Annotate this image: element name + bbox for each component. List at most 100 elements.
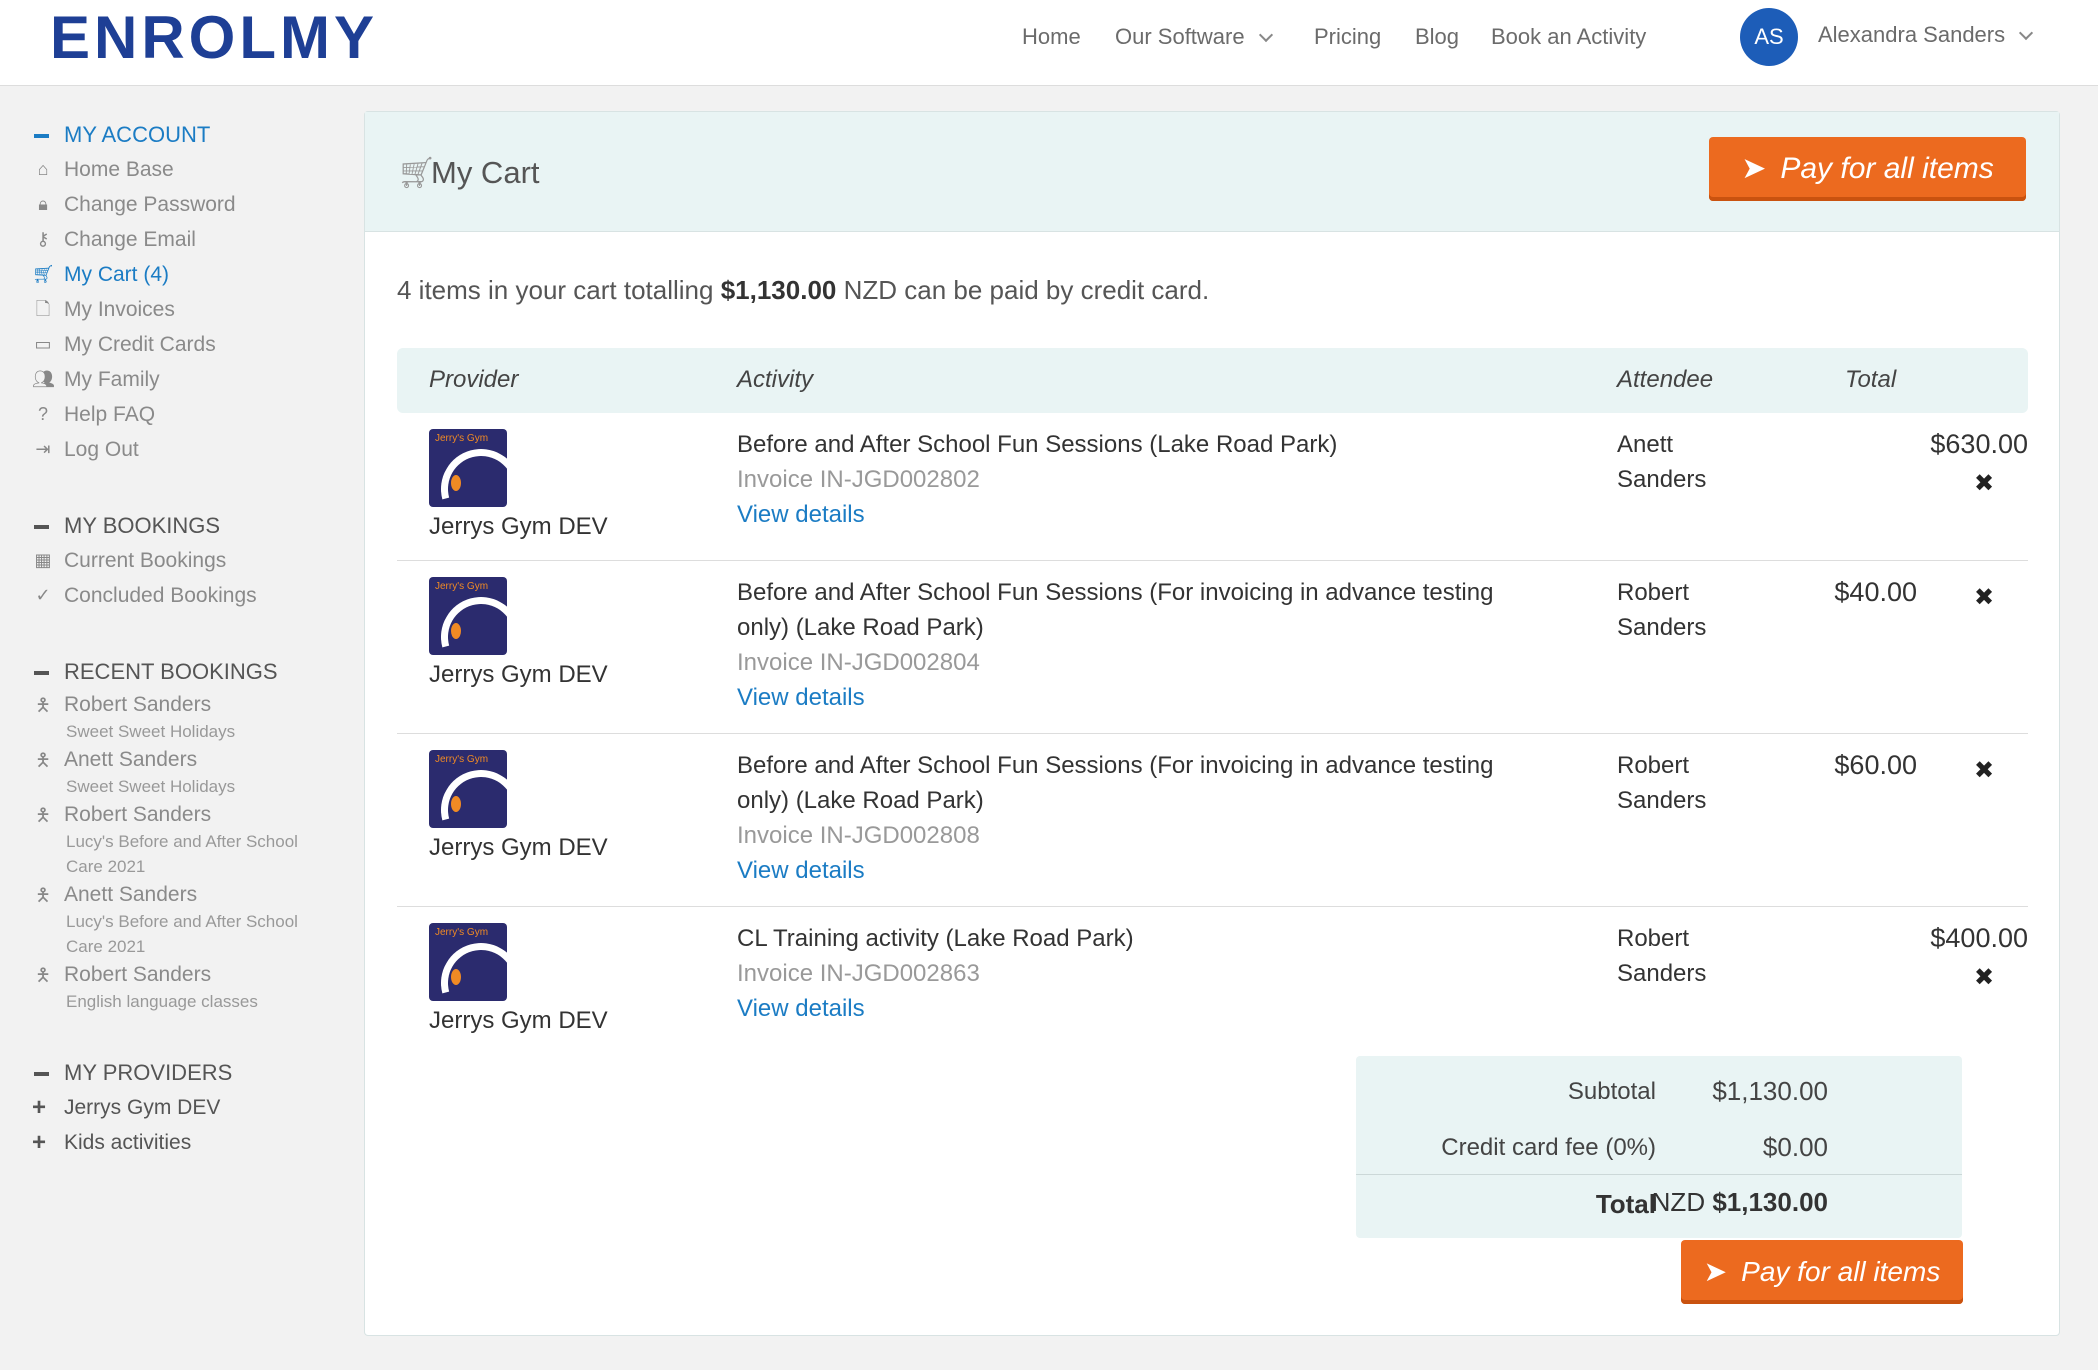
recent-booking[interactable]: 🯅 Anett Sanders Sweet Sweet Holidays <box>30 744 350 799</box>
table-row: Jerry's Gym Jerrys Gym DEV CL Training a… <box>397 907 2028 1047</box>
sidebar-item-current-bookings[interactable]: ▦ Current Bookings <box>30 543 350 578</box>
sidebar-item-label: My Invoices <box>64 298 175 321</box>
sidebar-item-help-faq[interactable]: ? Help FAQ <box>30 397 350 432</box>
column-header-activity: Activity <box>737 366 814 393</box>
recent-booking-activity: Lucy's Before and After School Care 2021 <box>66 912 298 956</box>
check-circle-icon: ✓ <box>35 585 51 605</box>
cart-icon: 🛒︎ <box>32 264 55 284</box>
view-details-link[interactable]: View details <box>737 680 1527 715</box>
sidebar-heading-label: MY ACCOUNT <box>64 122 211 147</box>
sidebar-item-my-credit-cards[interactable]: ▭ My Credit Cards <box>30 327 350 362</box>
sidebar-item-concluded-bookings[interactable]: ✓ Concluded Bookings <box>30 578 350 613</box>
view-details-link[interactable]: View details <box>737 853 1527 888</box>
sidebar-heading-my-bookings[interactable]: MY BOOKINGS <box>30 509 350 543</box>
row-total: $400.00 <box>1930 923 2028 953</box>
recent-booking[interactable]: 🯅 Robert Sanders Lucy's Before and After … <box>30 799 350 879</box>
logo-dot <box>451 623 461 639</box>
recent-booking-name-label: Robert Sanders <box>64 963 212 986</box>
sidebar-heading-recent-bookings[interactable]: RECENT BOOKINGS <box>30 655 350 689</box>
person-icon: 🯅 <box>35 965 51 985</box>
sidebar-heading-label: MY PROVIDERS <box>64 1060 233 1085</box>
remove-item-icon[interactable]: ✖ <box>1974 963 1994 992</box>
nav-home[interactable]: Home <box>1022 22 1081 52</box>
sidebar-item-change-password[interactable]: 🔒︎ Change Password <box>30 187 350 222</box>
sidebar-item-label: Home Base <box>64 158 174 181</box>
remove-item-icon[interactable]: ✖ <box>1974 756 1994 785</box>
sidebar-item-my-cart[interactable]: 🛒︎ My Cart (4) <box>30 257 350 292</box>
home-icon: ⌂ <box>37 159 49 179</box>
sidebar-heading-label: MY BOOKINGS <box>64 513 221 538</box>
person-icon: 🯅 <box>35 885 51 905</box>
activity-name: CL Training activity (Lake Road Park) <box>737 925 1134 952</box>
view-details-link[interactable]: View details <box>737 497 1527 532</box>
arrow-right-icon: ➤ <box>1703 1256 1728 1287</box>
sidebar-item-label: Log Out <box>64 438 139 461</box>
pay-all-button-top[interactable]: ➤ Pay for all items <box>1709 137 2026 201</box>
recent-booking-activity: Lucy's Before and After School Care 2021 <box>66 832 298 876</box>
logo-dot <box>451 796 461 812</box>
invoice-number: Invoice IN-JGD002804 <box>737 649 980 676</box>
sidebar-item-log-out[interactable]: ⇥ Log Out <box>30 432 350 467</box>
sidebar-item-change-email[interactable]: ⚷ Change Email <box>30 222 350 257</box>
view-details-link[interactable]: View details <box>737 991 1527 1026</box>
sidebar-item-label: Concluded Bookings <box>64 584 257 607</box>
pay-button-label: Pay for all items <box>1780 152 1994 185</box>
sidebar-item-label: Change Email <box>64 228 196 251</box>
provider-logo: Jerry's Gym <box>429 429 507 507</box>
nav-our-software-label: Our Software <box>1115 24 1245 49</box>
logo-arc <box>429 928 507 1001</box>
pay-all-button-bottom[interactable]: ➤ Pay for all items <box>1681 1240 1963 1304</box>
avatar[interactable]: AS <box>1740 8 1798 66</box>
recent-booking-activity: English language classes <box>66 992 258 1011</box>
recent-booking[interactable]: 🯅 Anett Sanders Lucy's Before and After S… <box>30 879 350 959</box>
summary-text: NZD can be paid by credit card. <box>836 275 1210 305</box>
logo-arc <box>429 755 507 828</box>
totals-box: Subtotal $1,130.00 Credit card fee (0%) … <box>1356 1056 1962 1238</box>
calendar-icon: ▦ <box>34 550 52 570</box>
sidebar-heading-my-account[interactable]: MY ACCOUNT <box>30 118 350 152</box>
logo-arc <box>429 434 507 507</box>
sidebar-item-home-base[interactable]: ⌂ Home Base <box>30 152 350 187</box>
activity-name: Before and After School Fun Sessions (La… <box>737 431 1338 458</box>
recent-booking-activity: Sweet Sweet Holidays <box>66 777 236 796</box>
recent-booking[interactable]: 🯅 Robert Sanders Sweet Sweet Holidays <box>30 689 350 744</box>
remove-item-icon[interactable]: ✖ <box>1974 469 1994 498</box>
invoice-number: Invoice IN-JGD002802 <box>737 466 980 493</box>
attendee-name: Robert Sanders <box>1617 579 1707 641</box>
minus-icon <box>34 134 49 138</box>
person-icon: 🯅 <box>35 750 51 770</box>
nav-book-activity[interactable]: Book an Activity <box>1491 22 1646 52</box>
sidebar: MY ACCOUNT ⌂ Home Base 🔒︎ Change Password … <box>30 118 350 1160</box>
user-menu[interactable]: Alexandra Sanders <box>1818 20 2034 50</box>
minus-icon <box>34 525 49 529</box>
sidebar-item-my-invoices[interactable]: 🗋 My Invoices <box>30 292 350 327</box>
recent-booking-name-label: Robert Sanders <box>64 803 212 826</box>
enrolmy-logo[interactable]: ENROLMY <box>50 8 378 68</box>
remove-item-icon[interactable]: ✖ <box>1974 583 1994 612</box>
recent-booking-activity: Sweet Sweet Holidays <box>66 722 236 741</box>
activity-cell: CL Training activity (Lake Road Park) In… <box>737 921 1527 1026</box>
total-amount: $1,130.00 <box>1712 1187 1828 1217</box>
recent-booking[interactable]: 🯅 Robert Sanders English language classes <box>30 959 350 1014</box>
cart-panel: 🛒︎My Cart ➤ Pay for all items 4 items in … <box>364 111 2060 1336</box>
provider-logo-text: Jerry's Gym <box>435 433 489 444</box>
sidebar-item-my-family[interactable]: 👥︎ My Family <box>30 362 350 397</box>
question-icon: ? <box>37 404 48 424</box>
sidebar-provider-kids-activities[interactable]: + Kids activities <box>30 1125 350 1160</box>
fee-label: Credit card fee (0%) <box>1441 1134 1656 1161</box>
sidebar-provider-jerrys-gym[interactable]: + Jerrys Gym DEV <box>30 1090 350 1125</box>
sidebar-heading-my-providers[interactable]: MY PROVIDERS <box>30 1056 350 1090</box>
table-header: Provider Activity Attendee Total <box>397 348 2028 413</box>
plus-icon: + <box>32 1094 47 1121</box>
nav-blog[interactable]: Blog <box>1415 22 1459 52</box>
invoice-number: Invoice IN-JGD002863 <box>737 960 980 987</box>
sidebar-item-label: Current Bookings <box>64 549 227 572</box>
nav-our-software[interactable]: Our Software <box>1115 22 1273 52</box>
chevron-down-icon <box>1258 27 1273 43</box>
row-total: $630.00 <box>1930 429 2028 459</box>
totals-divider <box>1356 1174 1962 1175</box>
provider-name: Jerrys Gym DEV <box>429 1007 608 1034</box>
nav-pricing[interactable]: Pricing <box>1314 22 1381 52</box>
total-value: NZD $1,130.00 <box>1628 1187 1828 1218</box>
